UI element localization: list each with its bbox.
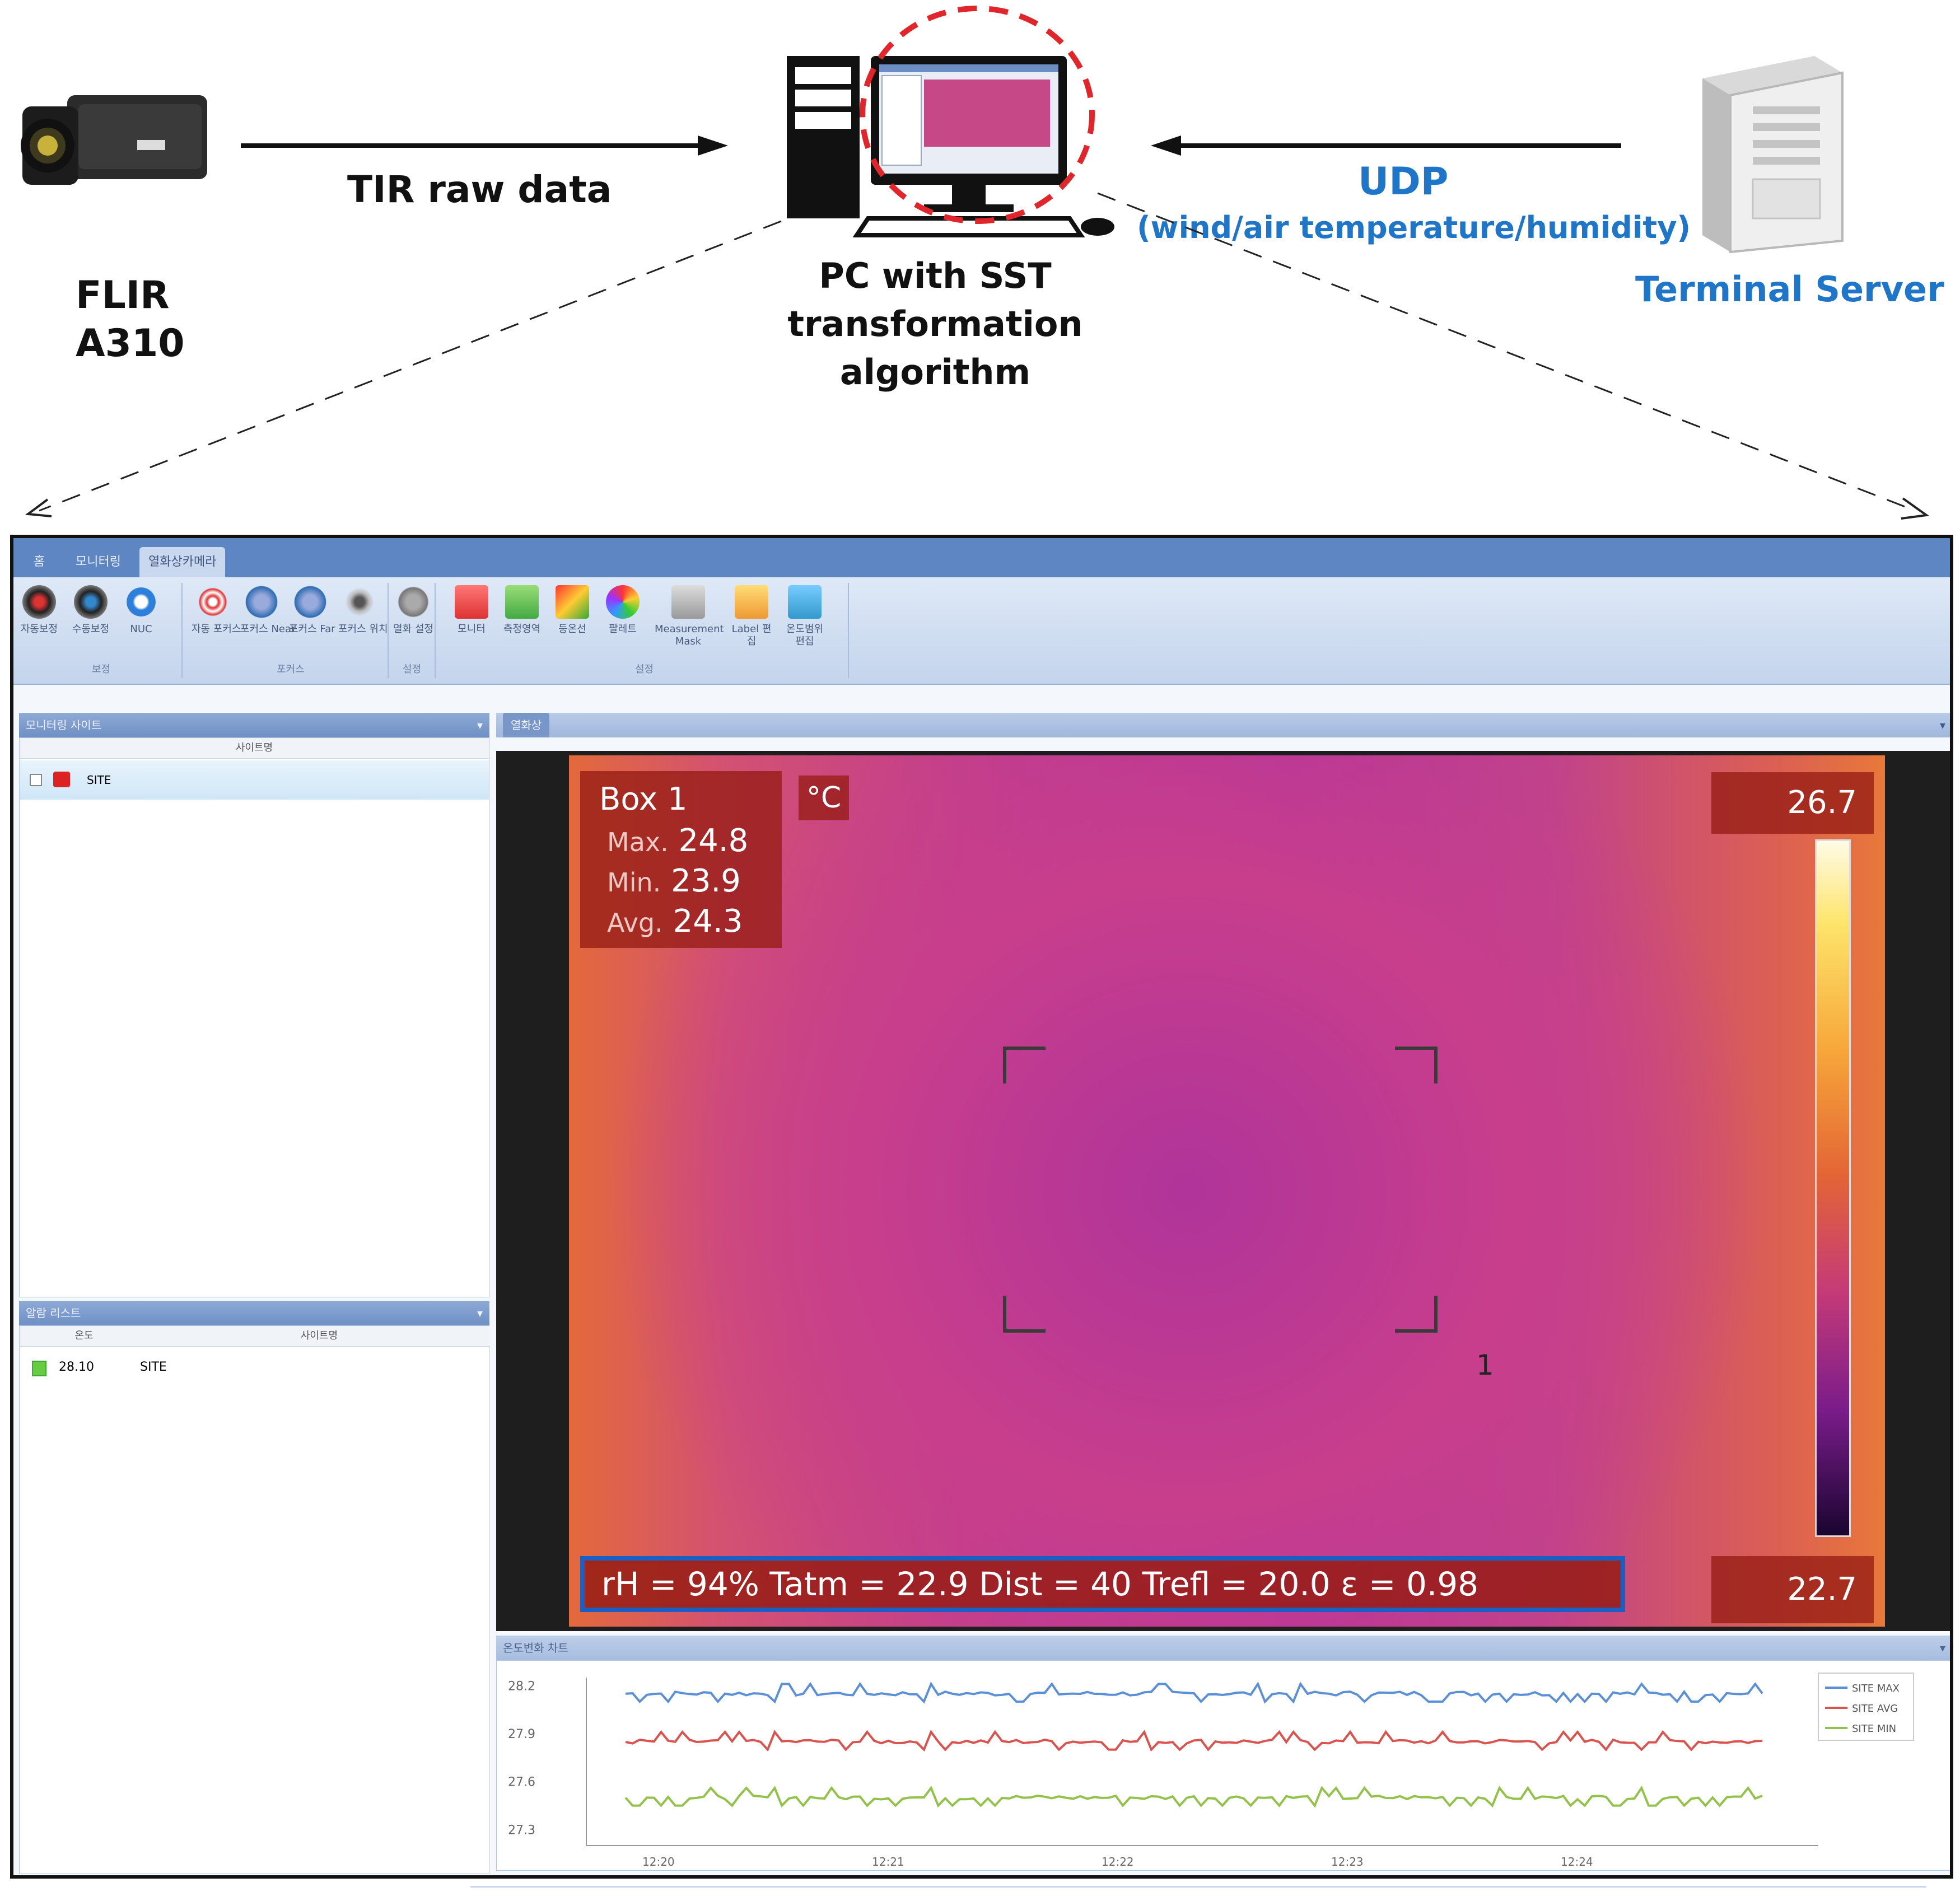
temperature-range-edit-button[interactable]: 온도범위 편집 — [783, 585, 826, 664]
measure-box-corner — [1395, 1047, 1438, 1083]
panel-pin-icon[interactable]: ▾ — [1940, 1636, 1945, 1660]
series-line-3 — [624, 1785, 1763, 1808]
x-tick-label: 12:23 — [1331, 1855, 1364, 1869]
site-column-header: 사이트명 — [20, 738, 489, 759]
globe-icon — [245, 585, 278, 619]
y-tick-label: 27.6 — [508, 1776, 535, 1790]
isotherm-icon — [556, 585, 589, 619]
nuc-button[interactable]: NUC — [120, 585, 162, 664]
scale-min-label: 22.7 — [1711, 1556, 1874, 1623]
eye-icon — [343, 585, 376, 619]
y-tick-label: 27.9 — [508, 1727, 535, 1741]
focus-near-button[interactable]: 포커스 Near — [240, 585, 295, 664]
measure-box-corner — [1003, 1047, 1046, 1083]
focus-position-button[interactable]: 포커스 위치 — [338, 585, 388, 664]
alarm-row[interactable]: 28.10 SITE — [20, 1352, 489, 1383]
isotherm-button[interactable]: 등온선 — [551, 585, 594, 664]
thermal-image[interactable]: Box 1 Max. 24.8 Min. 23.9 Avg. 24.3 °C 2… — [569, 755, 1885, 1627]
pencil-icon — [735, 585, 768, 619]
ribbon-separator — [848, 583, 849, 678]
series-line-1 — [625, 1682, 1763, 1704]
x-tick-label: 12:24 — [1561, 1855, 1593, 1869]
palette-button[interactable]: 팔레트 — [601, 585, 644, 664]
trend-panel-header: 온도변화 차트 ▾ — [496, 1636, 1950, 1660]
app-window: 홈 모니터링 열화상카메라 자동보정 수동보정 NUC 자동 포커스 포커스 N… — [10, 535, 1953, 1879]
ribbon-separator — [181, 583, 183, 678]
trend-chart-area: 28.2 27.9 27.6 27.3 12:20 12:21 12:22 12:23 12:2… — [496, 1660, 1950, 1871]
region-label: 1 — [1476, 1349, 1494, 1381]
min-stat: Min. 23.9 — [607, 863, 741, 899]
label-edit-button[interactable]: Label 편집 — [730, 585, 773, 664]
grid-x-icon — [505, 585, 539, 619]
auto-calibration-button[interactable]: 자동보정 — [18, 585, 60, 664]
measure-box-corner — [1003, 1296, 1046, 1333]
trend-chart: 28.2 27.9 27.6 27.3 12:20 12:21 12:22 12:23 12:2… — [508, 1673, 1914, 1869]
magnifier-icon — [671, 585, 705, 619]
environment-params-bar: rH = 94% Tatm = 22.9 Dist = 40 Trefl = 2… — [580, 1556, 1625, 1612]
nuc-icon — [124, 585, 158, 619]
ribbon-group-label: 포커스 — [277, 664, 305, 675]
legend-entry: SITE AVG — [1852, 1703, 1898, 1715]
checkbox[interactable] — [30, 774, 42, 786]
site-row[interactable]: SITE — [20, 760, 489, 800]
ribbon-separator — [435, 583, 436, 678]
focus-far-button[interactable]: 포커스 Far — [289, 585, 335, 664]
box-title: Box 1 — [599, 781, 688, 818]
ribbon-group-label: 설정 — [403, 664, 422, 675]
tab-bar: 홈 모니터링 열화상카메라 — [13, 538, 1950, 577]
camera-lens-icon — [22, 585, 56, 619]
ribbon-group-label: 보정 — [92, 664, 111, 675]
alarm-panel-header: 알람 리스트 ▾ — [19, 1301, 489, 1325]
monitor-button[interactable]: 모니터 — [450, 585, 493, 664]
scale-max-label: 26.7 — [1711, 772, 1874, 834]
unit-badge: °C — [799, 776, 849, 820]
tab-thermal-camera[interactable]: 열화상카메라 — [139, 547, 226, 577]
palette-icon — [606, 585, 640, 619]
panel-pin-icon[interactable]: ▾ — [477, 1301, 483, 1325]
legend-entry: SITE MAX — [1852, 1683, 1900, 1694]
tab-home[interactable]: 홈 — [25, 547, 54, 577]
y-tick-label: 28.2 — [508, 1679, 535, 1693]
document-icon — [455, 585, 488, 619]
view-tab-strip: 열화상 ▾ — [496, 713, 1950, 737]
x-tick-label: 12:22 — [1102, 1855, 1134, 1869]
color-scale-bar — [1815, 839, 1851, 1537]
y-tick-label: 27.3 — [508, 1823, 535, 1837]
legend-entry: SITE MIN — [1852, 1723, 1896, 1735]
tab-monitoring[interactable]: 모니터링 — [67, 547, 130, 577]
site-list: 사이트명 SITE — [19, 737, 489, 1297]
thermal-view: Box 1 Max. 24.8 Min. 23.9 Avg. 24.3 °C 2… — [496, 751, 1950, 1631]
ribbon-toolbar: 자동보정 수동보정 NUC 자동 포커스 포커스 Near 포커스 Far 포커… — [13, 577, 1950, 685]
camera-lens-icon — [74, 585, 108, 619]
bottom-rule — [470, 1886, 1926, 1888]
alarm-column-header-site: 사이트명 — [148, 1326, 490, 1347]
avg-stat: Avg. 24.3 — [607, 903, 743, 940]
site-camera-icon — [53, 772, 70, 787]
measurement-mask-button[interactable]: Measurement Mask — [655, 585, 724, 664]
measurement-area-button[interactable]: 측정영역 — [501, 585, 543, 664]
ribbon-group-label: 설정 — [635, 664, 654, 675]
auto-focus-button[interactable]: 자동 포커스 — [192, 585, 241, 664]
box-stats-overlay: Box 1 Max. 24.8 Min. 23.9 Avg. 24.3 — [580, 771, 782, 948]
globe-icon — [293, 585, 327, 619]
view-tab-thermal[interactable]: 열화상 — [503, 713, 550, 737]
thermal-settings-button[interactable]: 열화 설정 — [392, 585, 435, 664]
x-tick-label: 12:21 — [872, 1855, 904, 1869]
alarm-icon — [32, 1361, 46, 1376]
site-panel-header: 모니터링 사이트 ▾ — [19, 713, 489, 737]
panel-pin-icon[interactable]: ▾ — [477, 713, 483, 737]
alarm-column-header-temp: 온도 — [20, 1326, 148, 1347]
alarm-list: 온도 사이트명 28.10 SITE — [19, 1325, 490, 1874]
measure-box-corner — [1395, 1296, 1438, 1333]
camera-settings-icon — [396, 585, 430, 619]
range-icon — [788, 585, 822, 619]
panel-pin-icon[interactable]: ▾ — [1940, 713, 1945, 737]
max-stat: Max. 24.8 — [607, 823, 749, 859]
series-line-2 — [625, 1730, 1763, 1752]
projection-lines — [25, 192, 1930, 520]
manual-calibration-button[interactable]: 수동보정 — [69, 585, 112, 664]
x-tick-label: 12:20 — [642, 1855, 675, 1869]
target-icon — [196, 585, 230, 619]
ribbon-separator — [388, 583, 389, 678]
